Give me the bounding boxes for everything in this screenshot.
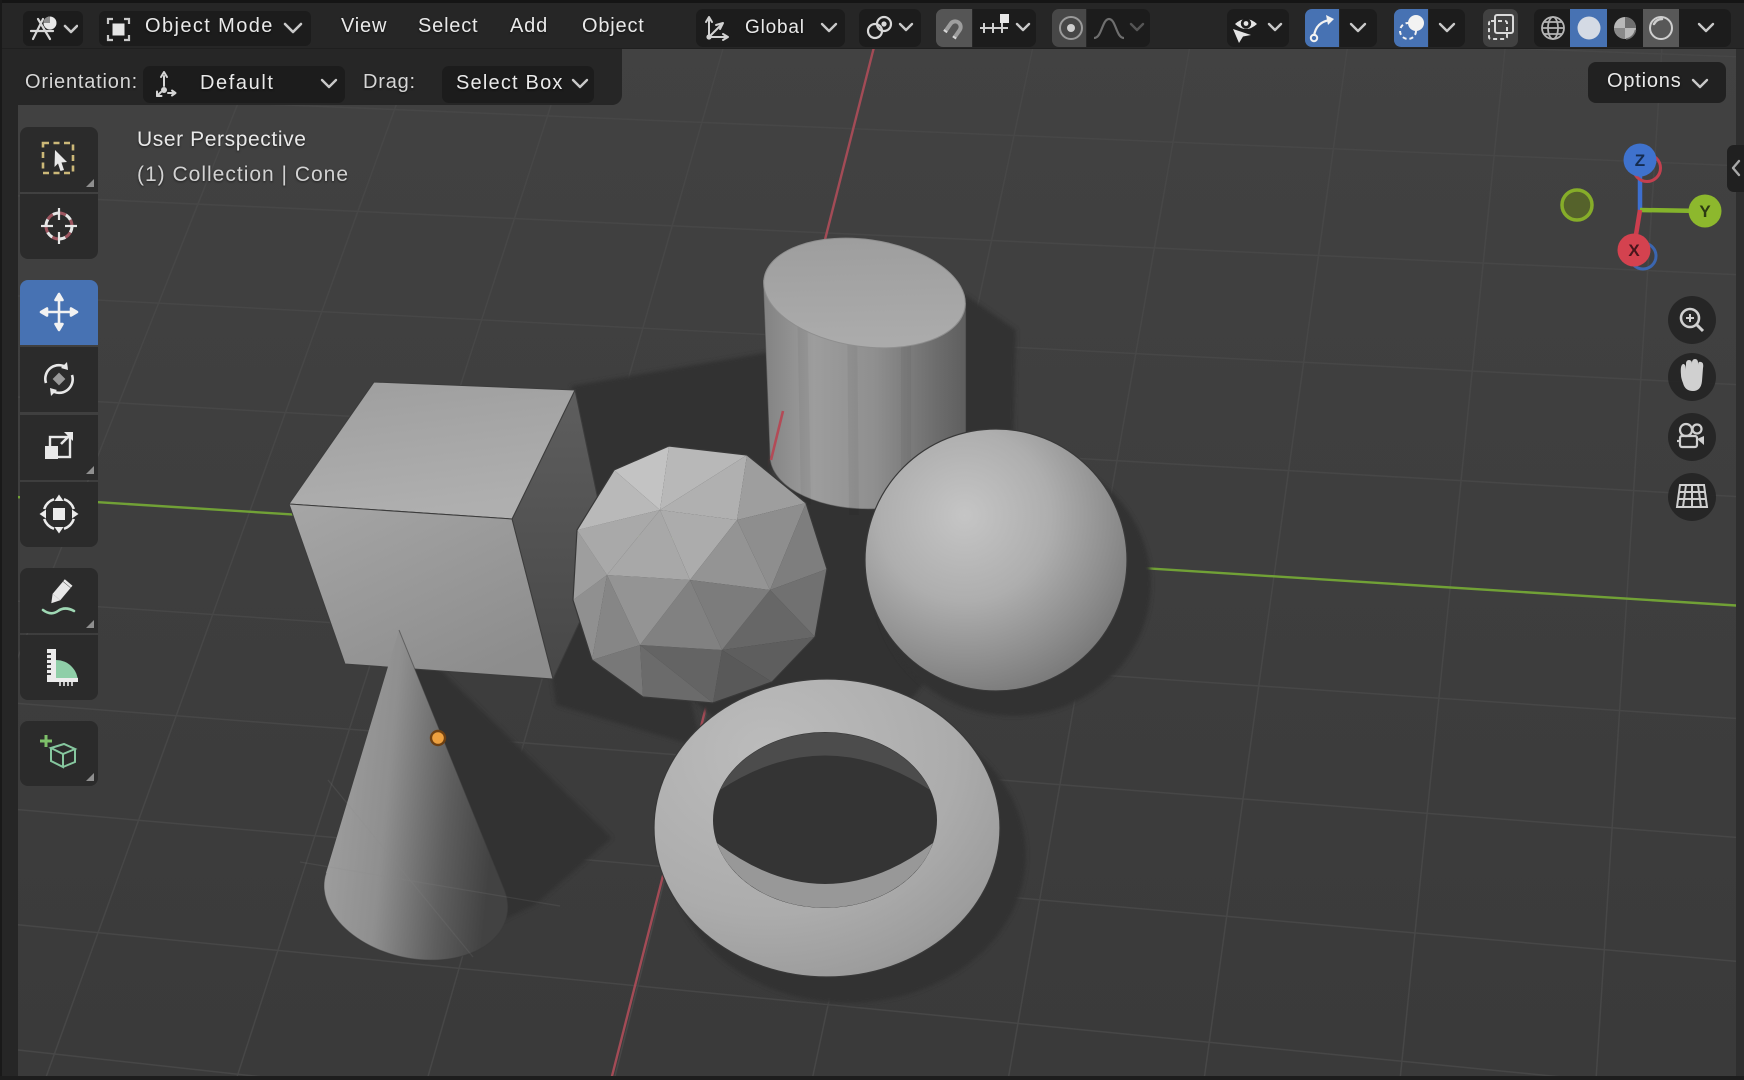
svg-text:Z: Z [1635, 151, 1645, 170]
svg-text:X: X [1628, 241, 1640, 260]
svg-text:Y: Y [1699, 202, 1711, 221]
